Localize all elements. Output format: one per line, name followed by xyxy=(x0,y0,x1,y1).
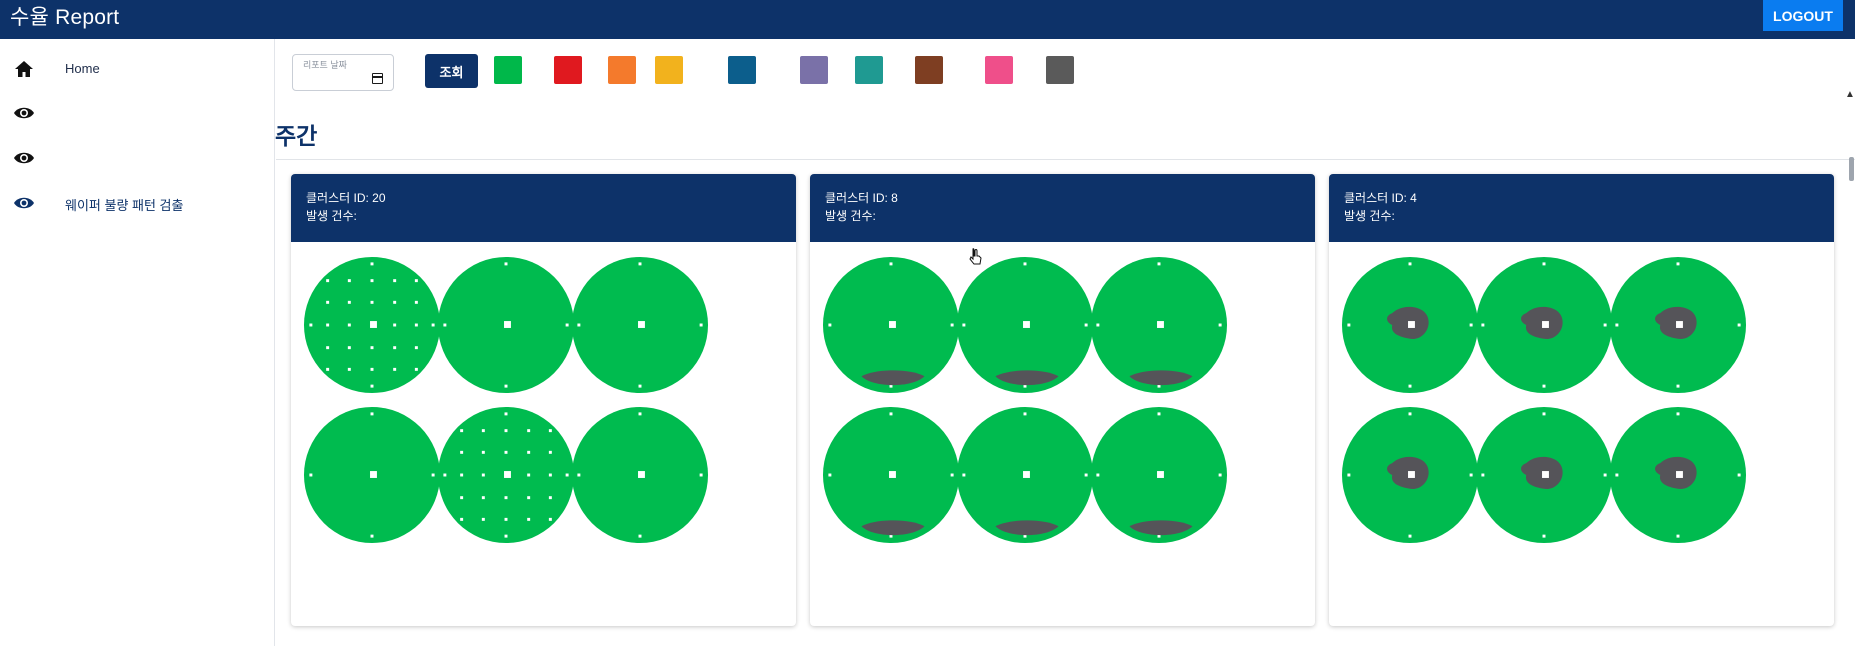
wafer-map xyxy=(1475,256,1613,394)
legend-swatch xyxy=(800,56,828,84)
cluster-card: 클러스터 ID: 4 발생 건수: xyxy=(1329,174,1834,626)
eye-icon xyxy=(14,197,34,209)
sidebar: Home 웨이퍼 불량 패턴 검출 xyxy=(0,39,275,646)
sidebar-item-label: Home xyxy=(65,61,100,76)
home-icon xyxy=(15,61,33,77)
mouse-cursor-icon xyxy=(969,248,982,265)
cluster-card-header: 클러스터 ID: 20 발생 건수: xyxy=(291,174,796,242)
sidebar-item-view-1[interactable] xyxy=(0,93,274,133)
legend-swatch xyxy=(728,56,756,84)
wafer-map xyxy=(303,256,441,394)
eye-icon xyxy=(14,107,34,119)
wafer-map xyxy=(822,406,960,544)
cluster-count: 발생 건수: xyxy=(306,209,357,223)
scrollbar-thumb[interactable] xyxy=(1849,157,1854,181)
eye-icon xyxy=(14,152,34,164)
sidebar-item-wafer-pattern[interactable]: 웨이퍼 불량 패턴 검출 xyxy=(0,183,274,223)
cluster-count: 발생 건수: xyxy=(825,209,876,223)
main-content: 리포트 날짜 조회 주간 ▲ 클러스터 ID: 20 발생 건수: 클러스터 I… xyxy=(275,39,1855,646)
top-bar: 수율 Report LOGOUT xyxy=(0,0,1855,39)
legend-swatch xyxy=(1046,56,1074,84)
wafer-map xyxy=(571,256,709,394)
cluster-id: 클러스터 ID: 8 xyxy=(825,191,898,205)
sidebar-item-home[interactable]: Home xyxy=(0,49,274,89)
wafer-map xyxy=(303,406,441,544)
wafer-map xyxy=(437,256,575,394)
legend-swatch xyxy=(915,56,943,84)
wafer-map xyxy=(1341,406,1479,544)
wafer-map xyxy=(1475,406,1613,544)
sidebar-item-label: 웨이퍼 불량 패턴 검출 xyxy=(65,198,184,213)
wafer-map xyxy=(437,406,575,544)
report-date-input[interactable]: 리포트 날짜 xyxy=(292,54,394,91)
query-button[interactable]: 조회 xyxy=(425,54,478,88)
wafer-map xyxy=(571,406,709,544)
calendar-icon[interactable] xyxy=(372,73,383,84)
legend-swatch xyxy=(494,56,522,84)
divider xyxy=(276,159,1855,160)
report-date-label: 리포트 날짜 xyxy=(303,60,347,70)
logout-button[interactable]: LOGOUT xyxy=(1763,0,1843,31)
legend-swatch xyxy=(985,56,1013,84)
legend-swatch xyxy=(655,56,683,84)
sidebar-item-view-2[interactable] xyxy=(0,138,274,178)
wafer-map xyxy=(956,256,1094,394)
wafer-map xyxy=(956,406,1094,544)
wafer-map xyxy=(1609,406,1747,544)
cluster-id: 클러스터 ID: 4 xyxy=(1344,191,1417,205)
cluster-card-header: 클러스터 ID: 4 발생 건수: xyxy=(1329,174,1834,242)
scroll-up-icon[interactable]: ▲ xyxy=(1845,89,1855,100)
cluster-card: 클러스터 ID: 8 발생 건수: xyxy=(810,174,1315,626)
app-title: 수율 Report xyxy=(10,6,120,29)
legend-swatch xyxy=(855,56,883,84)
wafer-map xyxy=(1341,256,1479,394)
wafer-map xyxy=(822,256,960,394)
wafer-map xyxy=(1090,406,1228,544)
cluster-id: 클러스터 ID: 20 xyxy=(306,191,386,205)
wafer-map xyxy=(1609,256,1747,394)
cluster-card-header: 클러스터 ID: 8 발생 건수: xyxy=(810,174,1315,242)
cluster-card: 클러스터 ID: 20 발생 건수: xyxy=(291,174,796,626)
section-title: 주간 xyxy=(275,123,318,149)
cluster-count: 발생 건수: xyxy=(1344,209,1395,223)
legend-swatch xyxy=(554,56,582,84)
wafer-map xyxy=(1090,256,1228,394)
legend-swatch xyxy=(608,56,636,84)
